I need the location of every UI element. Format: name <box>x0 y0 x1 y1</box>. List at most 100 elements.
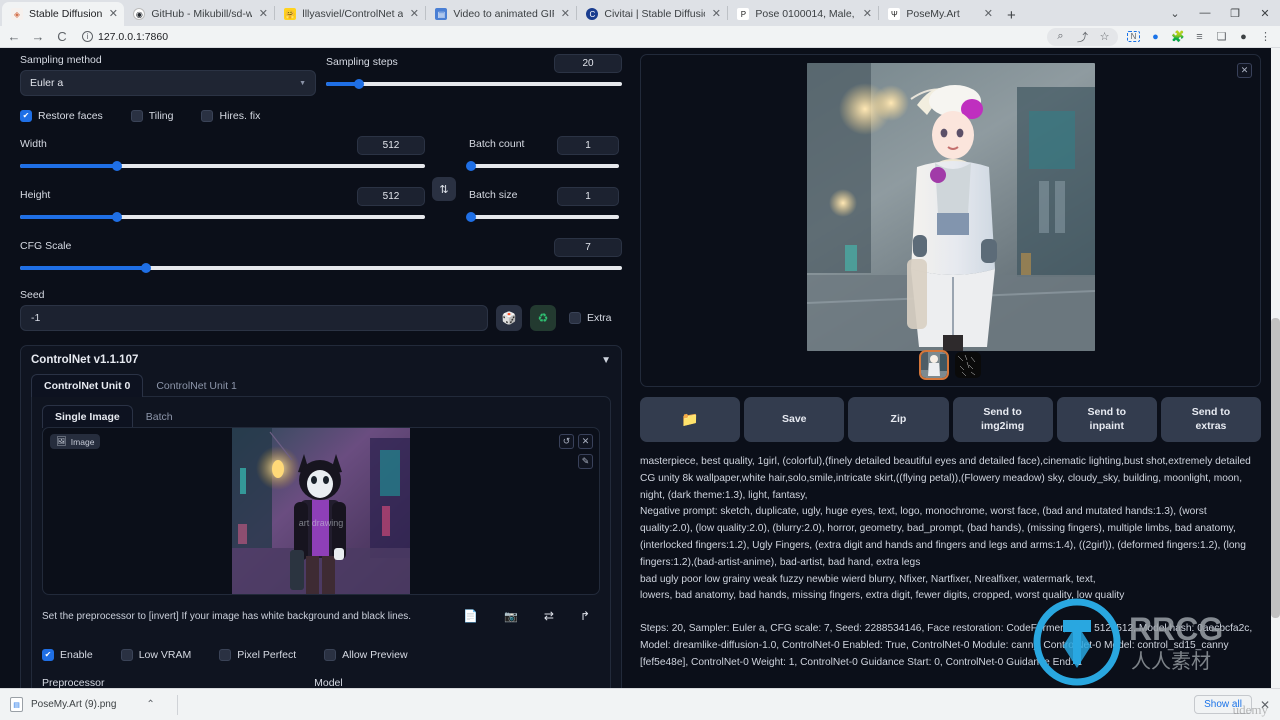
tiling-checkbox[interactable]: Tiling <box>130 110 173 122</box>
address-bar[interactable]: i 127.0.0.1:7860 <box>78 29 1039 45</box>
slider-knob[interactable] <box>141 263 152 273</box>
batch-size-slider[interactable] <box>466 210 619 224</box>
blue-circle-extension-icon[interactable]: ● <box>1149 31 1162 43</box>
open-folder-button[interactable]: 📁 <box>640 397 741 442</box>
checkbox-label: Low VRAM <box>138 649 192 661</box>
height-slider[interactable] <box>20 210 425 224</box>
slider-knob[interactable] <box>112 161 123 171</box>
browser-tab-github[interactable]: ◉ GitHub - Mikubill/sd-webui-con ✕ <box>124 2 275 26</box>
reuse-seed-button[interactable]: ♻ <box>530 305 556 331</box>
scrollbar-thumb[interactable] <box>1271 318 1280 618</box>
low-vram-checkbox[interactable]: Low VRAM <box>120 649 192 661</box>
forward-icon[interactable]: → <box>30 29 46 44</box>
seed-input[interactable]: -1 <box>20 305 488 331</box>
cfg-scale-value[interactable]: 7 <box>554 238 622 257</box>
puzzle-extension-icon[interactable]: 🧩 <box>1171 30 1185 43</box>
browser-tab-stable-diffusion[interactable]: ◈ Stable Diffusion ✕ <box>2 2 125 26</box>
browser-tab-gif-converter[interactable]: ▤ Video to animated GIF converter ✕ <box>426 2 577 26</box>
back-icon[interactable]: ← <box>6 29 22 44</box>
generated-image-thumb[interactable] <box>918 350 949 380</box>
extra-seed-checkbox[interactable]: Extra <box>569 312 612 324</box>
batch-count-value[interactable]: 1 <box>557 136 619 155</box>
zip-button[interactable]: Zip <box>848 397 949 442</box>
clear-image-icon[interactable]: ✕ <box>578 434 593 449</box>
swap-icon[interactable]: ⇄ <box>544 609 554 623</box>
sampling-steps-slider[interactable] <box>326 77 622 91</box>
save-button[interactable]: Save <box>744 397 845 442</box>
slider-knob[interactable] <box>466 161 476 171</box>
tab-close-icon[interactable]: ✕ <box>108 8 118 20</box>
sampling-steps-value[interactable]: 20 <box>554 54 622 73</box>
browser-tab-controlnet[interactable]: 🤗 lllyasviel/ControlNet at main ✕ <box>275 2 426 26</box>
browser-tab-civitai[interactable]: C Civitai | Stable Diffusion models ✕ <box>577 2 728 26</box>
controlnet-collapse-icon[interactable]: ▼ <box>601 355 611 366</box>
maximize-button[interactable]: ❐ <box>1220 0 1250 26</box>
tab-close-icon[interactable]: ✕ <box>409 8 419 20</box>
batch-count-slider[interactable] <box>466 159 619 173</box>
site-info-icon[interactable]: i <box>82 31 93 42</box>
allow-preview-checkbox[interactable]: Allow Preview <box>324 649 408 661</box>
result-actions: 📁 Save Zip Send to img2img Send to inpai… <box>640 397 1262 442</box>
batch-size-value[interactable]: 1 <box>557 187 619 206</box>
height-batchsize-row: Height 512 ⇅ Batch size 1 <box>20 177 622 224</box>
undo-icon[interactable]: ↺ <box>559 434 574 449</box>
restore-faces-checkbox[interactable]: Restore faces <box>20 110 103 122</box>
sidepanel-icon[interactable]: ❏ <box>1215 30 1228 43</box>
new-canvas-icon[interactable]: 📄 <box>463 609 478 623</box>
download-menu-icon[interactable]: ⌃ <box>146 699 154 710</box>
reading-list-icon[interactable]: ≡ <box>1193 31 1206 43</box>
send-to-img2img-button[interactable]: Send to img2img <box>952 397 1053 442</box>
slider-knob[interactable] <box>353 79 364 89</box>
sampling-method-select[interactable]: Euler a ▼ <box>20 70 316 96</box>
tab-close-icon[interactable]: ✕ <box>862 8 872 20</box>
share-icon[interactable]: ⤴ <box>1076 29 1089 45</box>
notion-extension-icon[interactable]: N <box>1127 31 1140 42</box>
dice-random-seed-icon: 🎲 <box>501 311 517 325</box>
pixel-perfect-checkbox[interactable]: Pixel Perfect <box>219 649 296 661</box>
close-window-button[interactable]: ✕ <box>1250 0 1280 26</box>
new-tab-button[interactable]: + <box>999 4 1023 26</box>
edit-brush-icon[interactable]: ✎ <box>578 454 593 469</box>
close-icon[interactable]: ✕ <box>1237 63 1252 78</box>
download-item[interactable]: ▤ PoseMy.Art (9).png ⌃ <box>10 697 155 712</box>
tab-single-image[interactable]: Single Image <box>42 405 133 428</box>
controlnet-image-dropzone[interactable]: 🖼 Image art drawing ↺ ✕ ✎ <box>42 427 600 595</box>
send-dimensions-icon[interactable]: ↱ <box>580 609 590 623</box>
tab-close-icon[interactable]: ✕ <box>983 8 993 20</box>
send-to-extras-button[interactable]: Send to extras <box>1160 397 1262 442</box>
browser-tab-pose-0100014[interactable]: P Pose 0100014, Male, Lying, Daily ✕ <box>728 2 879 26</box>
reload-icon[interactable]: C <box>54 29 70 44</box>
webcam-icon[interactable]: 📷 <box>504 610 518 623</box>
zoom-icon[interactable]: ⌕ <box>1054 30 1067 43</box>
tab-close-icon[interactable]: ✕ <box>711 8 721 20</box>
canny-map-thumb[interactable] <box>954 352 981 378</box>
profile-avatar-icon[interactable]: ● <box>1237 31 1250 43</box>
hires-fix-checkbox[interactable]: Hires. fix <box>201 110 260 122</box>
generated-image[interactable] <box>806 63 1095 351</box>
tab-search-icon[interactable]: ⌄ <box>1160 0 1190 26</box>
tab-controlnet-unit-1[interactable]: ControlNet Unit 1 <box>143 374 250 397</box>
send-to-inpaint-button[interactable]: Send to inpaint <box>1056 397 1157 442</box>
minimize-button[interactable]: — <box>1190 0 1220 26</box>
cfg-scale-slider[interactable] <box>20 261 622 275</box>
width-value[interactable]: 512 <box>357 136 425 155</box>
enable-checkbox[interactable]: Enable <box>42 649 93 661</box>
omnibox-action-pill: ⌕ ⤴ ☆ <box>1047 27 1118 46</box>
slider-knob[interactable] <box>112 212 123 222</box>
tab-close-icon[interactable]: ✕ <box>258 8 268 20</box>
swap-dimensions-button[interactable]: ⇅ <box>432 177 456 201</box>
page-scrollbar[interactable] <box>1271 48 1280 688</box>
height-value[interactable]: 512 <box>357 187 425 206</box>
browser-tab-posemyart[interactable]: Ψ PoseMy.Art ✕ <box>879 2 1000 26</box>
tab-controlnet-unit-0[interactable]: ControlNet Unit 0 <box>31 374 144 397</box>
slider-knob[interactable] <box>466 212 476 222</box>
controlnet-source-image[interactable]: art drawing <box>232 428 410 594</box>
bookmark-star-icon[interactable]: ☆ <box>1098 30 1111 43</box>
stablediffusion-icon: ◈ <box>11 8 23 20</box>
tab-label: lllyasviel/ControlNet at main <box>302 8 404 20</box>
width-slider[interactable] <box>20 159 425 173</box>
tab-batch[interactable]: Batch <box>133 405 186 428</box>
chrome-menu-icon[interactable]: ⋮ <box>1259 30 1272 43</box>
random-seed-button[interactable]: 🎲 <box>496 305 522 331</box>
tab-close-icon[interactable]: ✕ <box>560 8 570 20</box>
